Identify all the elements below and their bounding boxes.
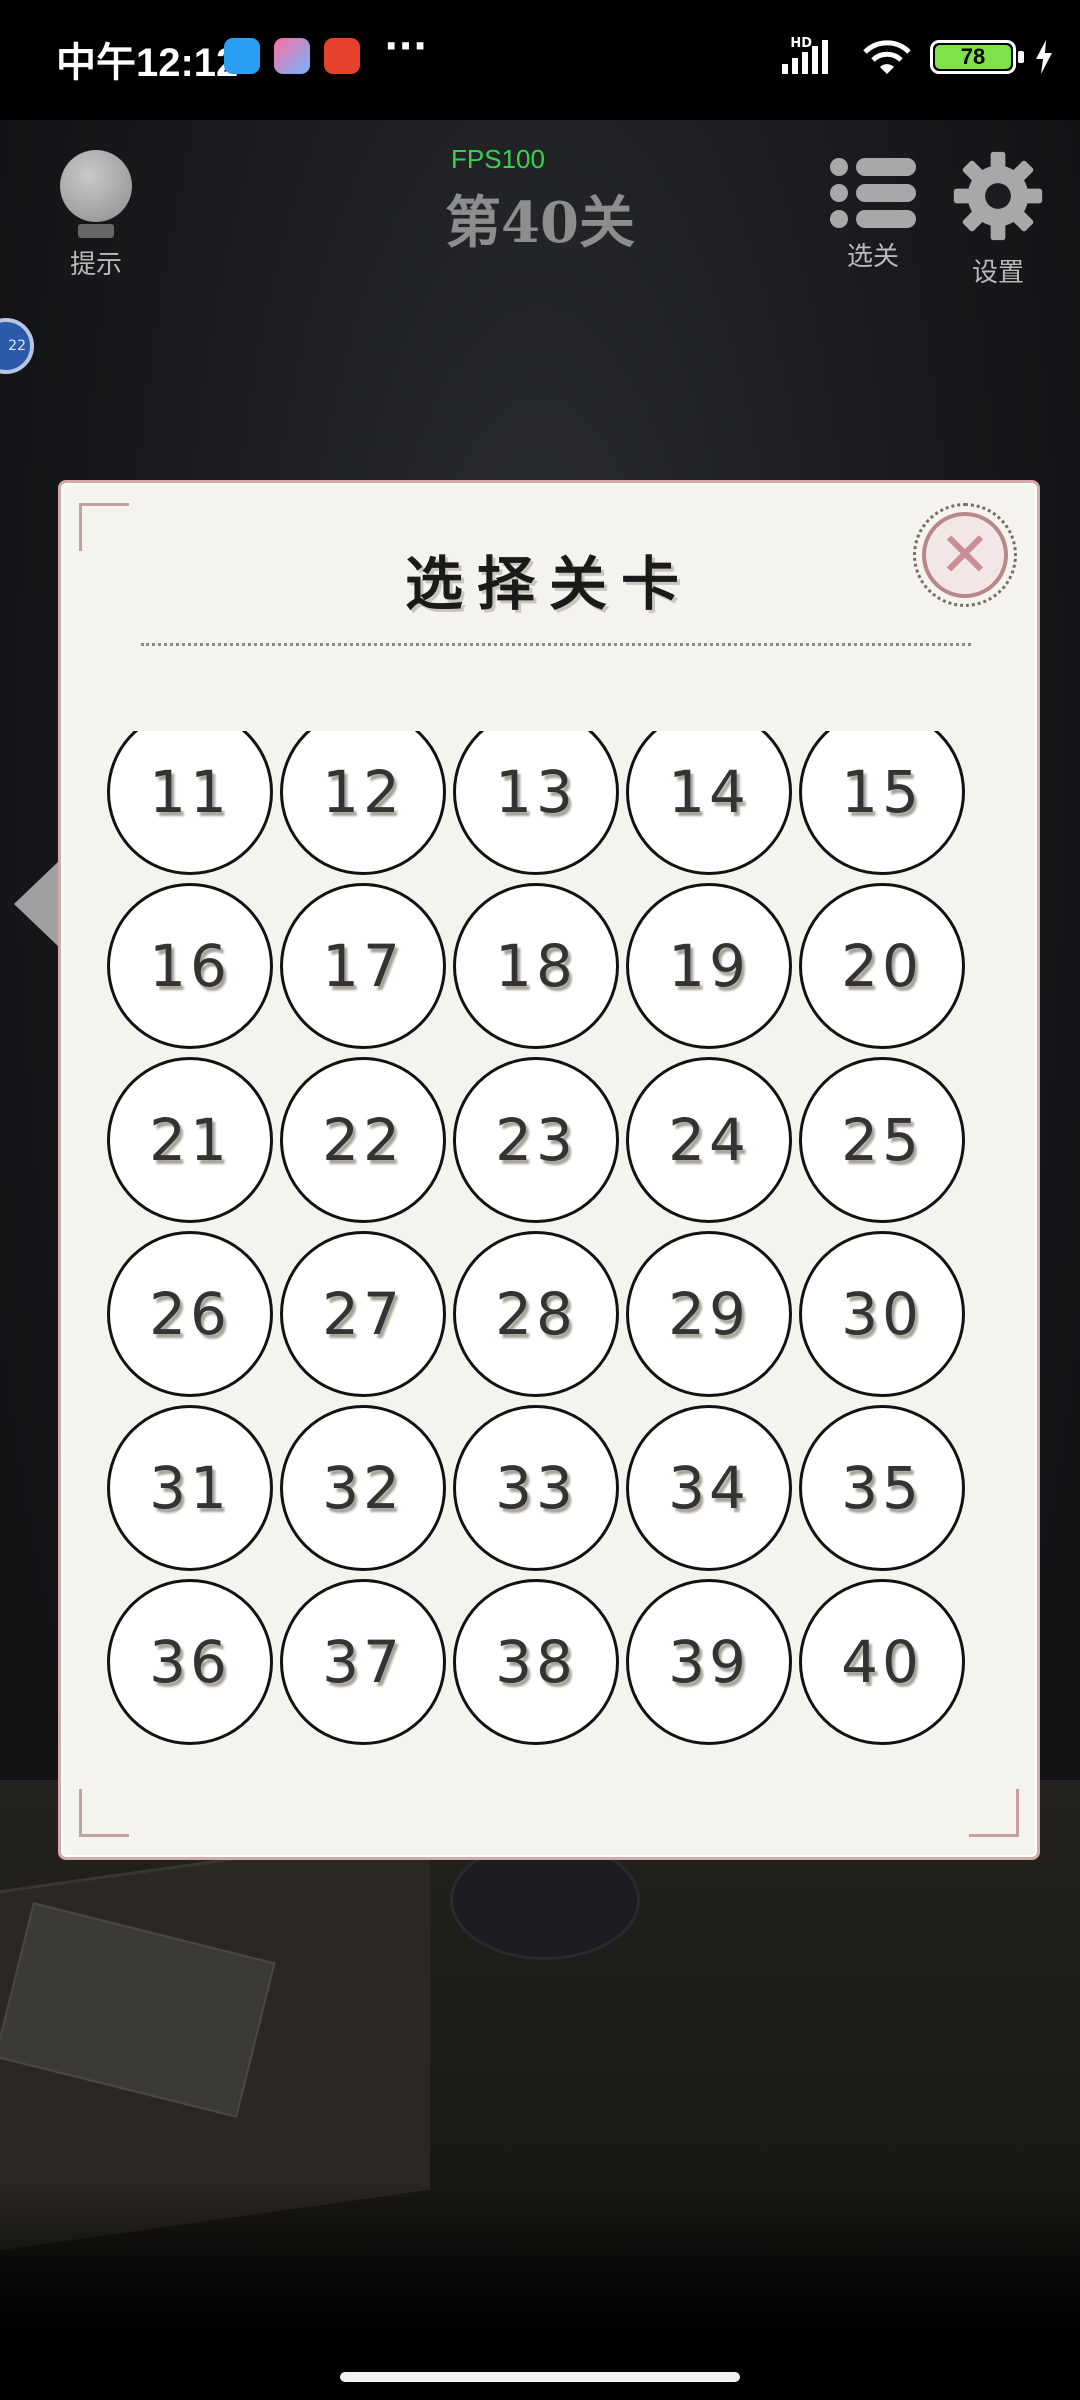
signal-icon <box>782 40 828 74</box>
bolt-icon <box>1036 40 1052 74</box>
level-button[interactable]: 19 <box>626 883 792 1049</box>
more-notifications-icon: ··· <box>384 24 428 68</box>
battery-tip <box>1018 51 1024 63</box>
level-button[interactable]: 18 <box>453 883 619 1049</box>
level-button[interactable]: 38 <box>453 1579 619 1745</box>
level-button[interactable]: 29 <box>626 1231 792 1397</box>
level-select-label: 选关 <box>846 242 899 272</box>
level-button[interactable]: 25 <box>799 1057 965 1223</box>
level-button[interactable]: 27 <box>280 1231 446 1397</box>
battery-level: 78 <box>935 45 1011 69</box>
level-button[interactable]: 33 <box>453 1405 619 1571</box>
level-button[interactable]: 23 <box>453 1057 619 1223</box>
level-button[interactable]: 22 <box>280 1057 446 1223</box>
scene-bottom-fade <box>0 2180 1080 2400</box>
home-indicator[interactable] <box>340 2372 740 2382</box>
level-button[interactable]: 30 <box>799 1231 965 1397</box>
level-button[interactable]: 31 <box>107 1405 273 1571</box>
level-button[interactable]: 15 <box>799 731 965 875</box>
level-button[interactable]: 24 <box>626 1057 792 1223</box>
corner-decoration <box>79 1789 129 1837</box>
close-button[interactable]: ✕ <box>913 503 1017 607</box>
level-button[interactable]: 32 <box>280 1405 446 1571</box>
settings-button[interactable]: 设置 <box>950 150 1046 289</box>
level-select-dialog: 选择关卡 ✕ 11 12 13 14 15 16 17 18 19 20 21 22 23 24 25 26 2… <box>58 480 1040 1860</box>
level-button[interactable]: 16 <box>107 883 273 1049</box>
level-button[interactable]: 12 <box>280 731 446 875</box>
status-time: 中午12:12 <box>56 41 239 85</box>
settings-label: 设置 <box>971 258 1024 288</box>
app-notification-icon-2 <box>274 38 310 74</box>
level-button[interactable]: 20 <box>799 883 965 1049</box>
fps-counter: FPS100 <box>451 144 545 174</box>
level-button[interactable]: 39 <box>626 1579 792 1745</box>
app-notification-icon-1 <box>224 38 260 74</box>
level-button[interactable]: 40 <box>799 1579 965 1745</box>
level-button[interactable]: 13 <box>453 731 619 875</box>
battery-indicator: 78 <box>930 40 1016 74</box>
level-button[interactable]: 17 <box>280 883 446 1049</box>
close-icon: ✕ <box>922 512 1008 598</box>
app-notification-icon-3 <box>324 38 360 74</box>
wifi-icon <box>863 40 911 74</box>
level-button[interactable]: 14 <box>626 731 792 875</box>
scene-left-arrow[interactable] <box>14 860 60 948</box>
corner-decoration <box>969 1789 1019 1837</box>
level-button[interactable]: 28 <box>453 1231 619 1397</box>
level-grid: 11 12 13 14 15 16 17 18 19 20 21 22 23 24 25 26 27 28 29 30… <box>107 731 965 1745</box>
title-divider <box>141 643 971 646</box>
level-button[interactable]: 11 <box>107 731 273 875</box>
level-grid-viewport[interactable]: 11 12 13 14 15 16 17 18 19 20 21 22 23 24 25 26 27 28 29 30… <box>101 731 981 1751</box>
level-button[interactable]: 21 <box>107 1057 273 1223</box>
level-button[interactable]: 36 <box>107 1579 273 1745</box>
level-button[interactable]: 37 <box>280 1579 446 1745</box>
list-icon <box>830 156 916 230</box>
level-button[interactable]: 34 <box>626 1405 792 1571</box>
level-select-button[interactable]: 选关 <box>828 156 918 273</box>
status-bar: 中午12:12 ··· HD 78 <box>0 0 1080 120</box>
level-button[interactable]: 35 <box>799 1405 965 1571</box>
level-button[interactable]: 26 <box>107 1231 273 1397</box>
dialog-title: 选择关卡 <box>404 550 693 618</box>
gear-icon <box>953 151 1043 241</box>
level-title: 第40关 <box>445 190 635 256</box>
